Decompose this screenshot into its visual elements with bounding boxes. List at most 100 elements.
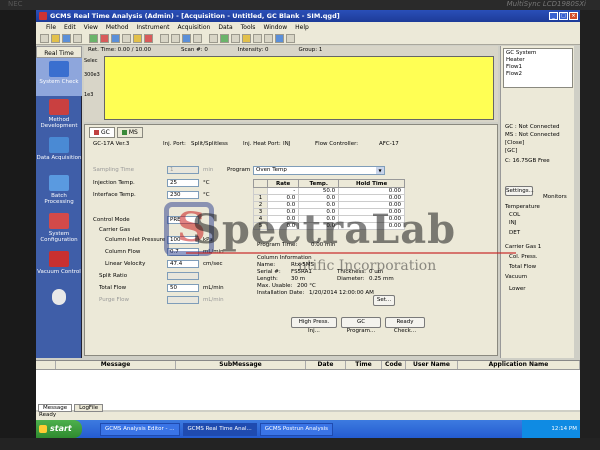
app-icon[interactable]	[39, 12, 47, 20]
tune-icon[interactable]	[133, 34, 142, 43]
monitor-item-heater[interactable]: Heater	[506, 57, 570, 64]
zoom-icon[interactable]	[209, 34, 218, 43]
ramp-temp[interactable]: 0.0	[298, 194, 340, 202]
nav-label: Vacuum Control	[37, 269, 81, 275]
ramp-rate[interactable]: 0.0	[266, 194, 300, 202]
help-icon[interactable]	[193, 34, 202, 43]
print-icon[interactable]	[73, 34, 82, 43]
tab-gc[interactable]: GC	[89, 127, 115, 138]
nav-batch-processing[interactable]: Batch Processing	[36, 172, 82, 210]
menu-acquisition[interactable]: Acquisition	[177, 24, 210, 32]
menu-view[interactable]: View	[84, 24, 98, 32]
nav-system-configuration[interactable]: System Configuration	[36, 210, 82, 248]
stop-icon[interactable]	[100, 34, 109, 43]
menu-data[interactable]: Data	[218, 24, 232, 32]
ramp-row[interactable]: 1 0.0 0.0 0.00	[253, 194, 405, 202]
sampling-time-input[interactable]: 1	[167, 166, 199, 174]
window-icon[interactable]	[182, 34, 191, 43]
tab-logfile[interactable]: LogFile	[74, 404, 104, 412]
settings-icon[interactable]	[286, 34, 295, 43]
total-flow-input[interactable]: 50	[167, 284, 199, 292]
gc-connection-status: GC : Not Connected	[505, 124, 560, 130]
task-real-time-analysis[interactable]: GCMS Real Time Anal...	[182, 422, 257, 436]
monitor-item-gc-system[interactable]: GC System	[506, 50, 570, 57]
program-select[interactable]: Oven Temp ▼	[253, 166, 385, 175]
ramp-hold[interactable]: 0.00	[338, 187, 405, 195]
start-button[interactable]: start	[36, 420, 82, 438]
inj-port-value: Split/Splitless	[191, 141, 228, 147]
spectrum-icon[interactable]	[264, 34, 273, 43]
cascade-icon[interactable]	[171, 34, 180, 43]
toolbar	[36, 32, 580, 45]
total-flow-label: Total Flow	[99, 285, 127, 291]
split-ratio-input[interactable]	[167, 272, 199, 280]
high-press-inj-button[interactable]: High Press. Inj...	[291, 317, 337, 334]
monitor-brand: MultiSync LCD1980SXi	[506, 0, 586, 8]
menu-tools[interactable]: Tools	[241, 24, 256, 32]
inj-temp-label: INJ	[509, 220, 517, 226]
report-icon[interactable]	[275, 34, 284, 43]
ramp-hold[interactable]: 0.00	[338, 194, 405, 202]
minimize-button[interactable]: _	[549, 12, 558, 20]
purge-flow-input[interactable]	[167, 296, 199, 304]
settings-button[interactable]: Settings...	[505, 186, 534, 196]
chromatogram-plot[interactable]	[104, 56, 494, 120]
linear-velocity-input[interactable]: 47.4	[167, 260, 199, 268]
gc-program-button[interactable]: GC Program...	[341, 317, 381, 334]
grid-icon[interactable]	[231, 34, 240, 43]
monitor-item-flow1[interactable]: Flow1	[506, 64, 570, 71]
vacuum-icon[interactable]	[144, 34, 153, 43]
injection-temp-input[interactable]: 25	[167, 179, 199, 187]
task-postrun-analysis[interactable]: GCMS Postrun Analysis	[259, 422, 334, 436]
y-label-1e3: 1e3	[84, 92, 94, 98]
column-diameter-label: Diameter:	[337, 276, 365, 282]
open-folder-icon[interactable]	[51, 34, 60, 43]
table-icon[interactable]	[253, 34, 262, 43]
tile-icon[interactable]	[160, 34, 169, 43]
column-set-button[interactable]: Set...	[373, 295, 395, 306]
monitor-bezel-top: NEC MultiSync LCD1980SXi	[0, 0, 600, 10]
nav-vacuum-control[interactable]: Vacuum Control	[36, 248, 82, 286]
nav-method-development[interactable]: Method Development	[36, 96, 82, 134]
menu-window[interactable]: Window	[263, 24, 287, 32]
nav-search[interactable]	[36, 286, 82, 324]
interface-temp-input[interactable]: 230	[167, 191, 199, 199]
total-flow-monitor-label: Total Flow	[509, 264, 537, 270]
nav-data-acquisition[interactable]: Data Acquisition	[36, 134, 82, 172]
nav-system-check[interactable]: System Check	[36, 58, 82, 96]
close-button[interactable]: ×	[569, 12, 578, 20]
magnifier-icon	[52, 289, 66, 305]
ready-check-button[interactable]: Ready Check...	[385, 317, 425, 334]
menu-edit[interactable]: Edit	[64, 24, 76, 32]
ramp-temp[interactable]: 50.0	[298, 187, 340, 195]
chart-icon[interactable]	[242, 34, 251, 43]
sampling-time-label: Sampling Time	[93, 167, 134, 173]
monitor-icon[interactable]	[111, 34, 120, 43]
maximize-button[interactable]: □	[559, 12, 568, 20]
chevron-down-icon[interactable]: ▼	[376, 167, 384, 174]
system-tray: 12:14 PM	[522, 420, 580, 438]
watermark-rule	[186, 252, 516, 254]
tab-ms[interactable]: MS	[116, 127, 143, 138]
new-file-icon[interactable]	[40, 34, 49, 43]
monitor-list[interactable]: GC System Heater Flow1 Flow2	[503, 48, 573, 88]
batch-processing-icon	[49, 175, 69, 191]
msg-col-submessage: SubMessage	[176, 361, 306, 369]
start-icon[interactable]	[89, 34, 98, 43]
tab-message[interactable]: Message	[38, 404, 73, 412]
task-analysis-editor[interactable]: GCMS Analysis Editor - ...	[100, 422, 180, 436]
save-icon[interactable]	[62, 34, 71, 43]
menu-help[interactable]: Help	[295, 24, 309, 32]
column-length-value: 30 m	[291, 276, 306, 282]
clock[interactable]: 12:14 PM	[551, 426, 577, 432]
nav-header[interactable]: Real Time	[36, 46, 82, 58]
method-icon[interactable]	[122, 34, 131, 43]
menu-file[interactable]: File	[46, 24, 56, 32]
menu-method[interactable]: Method	[106, 24, 129, 32]
peak-icon[interactable]	[220, 34, 229, 43]
ramp-index: 1	[253, 194, 268, 202]
ramp-row[interactable]: -50.0 0.00	[253, 187, 405, 195]
ramp-rate[interactable]: -	[266, 187, 300, 195]
menu-instrument[interactable]: Instrument	[136, 24, 169, 32]
monitor-item-flow2[interactable]: Flow2	[506, 71, 570, 78]
